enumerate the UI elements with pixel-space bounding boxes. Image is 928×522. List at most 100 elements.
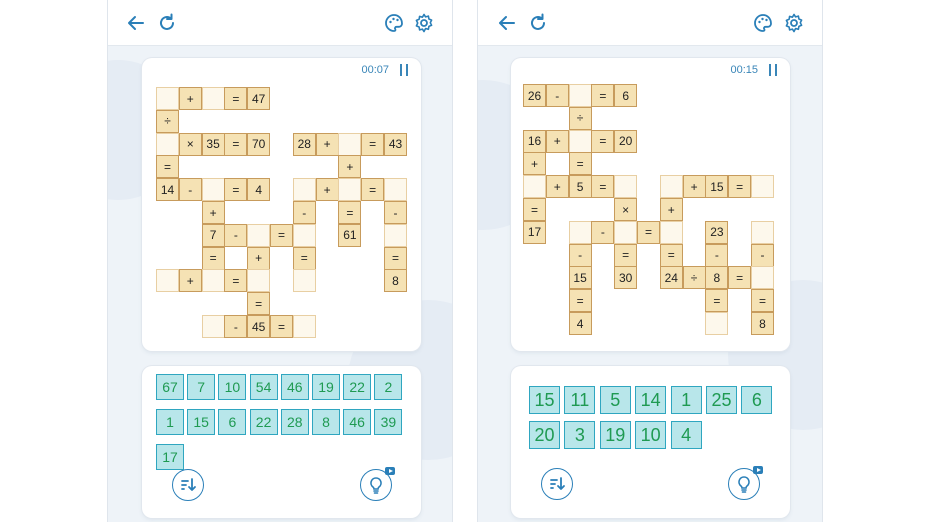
grid-cell: 23 (705, 220, 729, 244)
empty-grid-cell[interactable] (523, 175, 546, 199)
grid-cell: = (338, 201, 362, 224)
palette-icon[interactable] (383, 12, 405, 34)
grid-cell: 43 (384, 132, 407, 156)
empty-grid-cell[interactable] (201, 178, 225, 202)
number-tile[interactable]: 1 (670, 386, 702, 414)
number-tile[interactable]: 7 (187, 374, 216, 400)
sort-button[interactable] (172, 469, 204, 501)
sort-button[interactable] (541, 468, 573, 500)
empty-grid-cell[interactable] (705, 312, 729, 335)
empty-grid-cell[interactable] (156, 269, 179, 293)
restart-icon[interactable] (156, 12, 178, 34)
number-tile[interactable]: 1 (156, 409, 184, 435)
number-tile[interactable]: 54 (249, 374, 278, 400)
empty-grid-cell[interactable] (338, 178, 362, 202)
empty-grid-cell[interactable] (292, 178, 316, 202)
timer: 00:07 (361, 64, 389, 76)
grid-cell: = (156, 155, 179, 179)
empty-grid-cell[interactable] (201, 269, 225, 293)
number-tile[interactable]: 4 (670, 421, 702, 449)
grid-cell: × (614, 198, 638, 221)
grid-cell: = (361, 132, 385, 156)
grid-cell: 17 (523, 220, 546, 244)
grid-cell: + (315, 132, 339, 156)
sort-icon (550, 477, 565, 490)
pause-icon[interactable] (768, 64, 778, 76)
empty-grid-cell[interactable] (384, 178, 407, 202)
empty-grid-cell[interactable] (292, 315, 316, 338)
grid-cell: 8 (705, 266, 729, 290)
grid-cell: = (270, 315, 293, 338)
empty-grid-cell[interactable] (751, 266, 774, 290)
gear-icon[interactable] (783, 12, 805, 34)
number-tile[interactable]: 17 (156, 444, 184, 470)
empty-grid-cell[interactable] (751, 175, 774, 199)
empty-grid-cell[interactable] (659, 175, 683, 199)
number-tile[interactable]: 15 (529, 386, 560, 414)
back-arrow-icon[interactable] (496, 12, 518, 34)
grid-cell: + (178, 269, 202, 293)
number-tile[interactable]: 22 (249, 409, 278, 435)
number-tile[interactable]: 19 (312, 374, 340, 400)
empty-grid-cell[interactable] (751, 220, 774, 244)
number-tile[interactable]: 5 (599, 386, 631, 414)
number-tile[interactable]: 8 (312, 409, 340, 435)
empty-grid-cell[interactable] (156, 87, 179, 110)
number-tile[interactable]: 14 (635, 386, 667, 414)
number-tile[interactable]: 22 (343, 374, 372, 400)
number-tile[interactable]: 15 (187, 409, 216, 435)
number-tile[interactable]: 6 (218, 409, 247, 435)
number-tile[interactable]: 2 (374, 374, 403, 400)
number-tile[interactable]: 10 (218, 374, 247, 400)
grid-cell: = (523, 198, 546, 221)
number-tile[interactable]: 25 (706, 386, 737, 414)
top-bar (478, 0, 822, 46)
empty-grid-cell[interactable] (156, 132, 179, 156)
number-tile[interactable]: 39 (374, 409, 403, 435)
back-arrow-icon[interactable] (125, 12, 147, 34)
grid-cell: - (224, 315, 248, 338)
grid-cell: + (545, 175, 569, 199)
empty-grid-cell[interactable] (568, 84, 592, 107)
empty-grid-cell[interactable] (292, 269, 316, 293)
number-tile[interactable]: 28 (280, 409, 309, 435)
grid-cell: 28 (292, 132, 316, 156)
video-badge-icon (753, 466, 763, 474)
hint-button[interactable] (728, 466, 763, 500)
number-tile[interactable]: 67 (156, 374, 184, 400)
number-tile[interactable]: 10 (635, 421, 667, 449)
grid-cell: 30 (614, 266, 638, 290)
empty-grid-cell[interactable] (247, 269, 271, 293)
number-tile[interactable]: 20 (529, 421, 560, 449)
pause-icon[interactable] (399, 64, 409, 76)
restart-icon[interactable] (527, 12, 549, 34)
empty-grid-cell[interactable] (201, 315, 225, 338)
number-tile[interactable]: 46 (280, 374, 309, 400)
number-tile[interactable]: 6 (741, 386, 773, 414)
empty-grid-cell[interactable] (292, 223, 316, 247)
grid-cell: = (568, 289, 592, 313)
empty-grid-cell[interactable] (614, 220, 638, 244)
empty-grid-cell[interactable] (201, 87, 225, 110)
grid-cell: 7 (201, 223, 225, 247)
number-tile[interactable]: 46 (343, 409, 372, 435)
grid-cell: 15 (568, 266, 592, 290)
number-tile[interactable]: 19 (599, 421, 631, 449)
empty-grid-cell[interactable] (338, 132, 362, 156)
empty-grid-cell[interactable] (659, 220, 683, 244)
empty-grid-cell[interactable] (384, 223, 407, 247)
grid-cell: - (178, 178, 202, 202)
empty-grid-cell[interactable] (614, 175, 638, 199)
grid-cell: 5 (568, 175, 592, 199)
empty-grid-cell[interactable] (568, 220, 592, 244)
grid-cell: - (292, 201, 316, 224)
number-tile[interactable]: 11 (564, 386, 596, 414)
empty-grid-cell[interactable] (247, 223, 271, 247)
empty-grid-cell[interactable] (568, 129, 592, 153)
palette-icon[interactable] (752, 12, 774, 34)
grid-cell: = (614, 243, 638, 267)
hint-button[interactable] (360, 467, 395, 501)
number-tile[interactable]: 3 (564, 421, 596, 449)
gear-icon[interactable] (413, 12, 435, 34)
grid-cell: - (384, 201, 407, 224)
